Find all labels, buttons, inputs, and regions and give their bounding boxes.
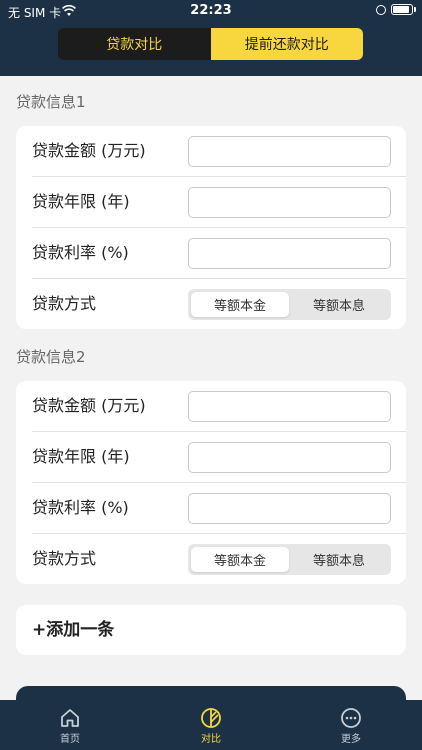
years-input[interactable]	[188, 442, 391, 473]
more-icon	[341, 708, 361, 728]
method-option-equal-installment[interactable]: 等额本息	[290, 292, 388, 317]
tab-loan-compare[interactable]: 贷款对比	[58, 28, 211, 60]
status-bar: 无 SIM 卡 22:23	[0, 0, 422, 22]
tab-more[interactable]: 更多	[306, 700, 396, 750]
tab-compare[interactable]: 对比	[166, 700, 256, 750]
years-label: 贷款年限 (年)	[32, 192, 130, 211]
rate-label: 贷款利率 (%)	[32, 243, 129, 262]
method-toggle: 等额本金 等额本息	[188, 289, 391, 320]
amount-label: 贷款金额 (万元)	[32, 141, 146, 160]
method-toggle: 等额本金 等额本息	[188, 544, 391, 575]
amount-input[interactable]	[188, 136, 391, 167]
home-icon	[61, 709, 79, 727]
row-rate: 贷款利率 (%)	[16, 483, 406, 533]
tab-home-label: 首页	[60, 734, 80, 745]
row-method: 贷款方式 等额本金 等额本息	[16, 279, 406, 329]
section-title-loan-1: 贷款信息1	[16, 93, 86, 111]
battery-tip	[414, 7, 416, 12]
row-method: 贷款方式 等额本金 等额本息	[16, 534, 406, 584]
method-option-equal-installment[interactable]: 等额本息	[290, 547, 388, 572]
compare-icon	[201, 708, 221, 728]
add-item-label: +添加一条	[32, 620, 115, 640]
tab-home[interactable]: 首页	[25, 700, 115, 750]
mode-segmented-control: 贷款对比 提前还款对比	[58, 28, 363, 60]
row-years: 贷款年限 (年)	[16, 177, 406, 227]
battery-level	[393, 6, 410, 13]
rate-label: 贷款利率 (%)	[32, 498, 129, 517]
row-rate: 贷款利率 (%)	[16, 228, 406, 278]
tab-compare-label: 对比	[201, 734, 221, 745]
loan-info-card-1: 贷款金额 (万元) 贷款年限 (年) 贷款利率 (%) 贷款方式 等额本金 等额…	[16, 126, 406, 329]
add-item-button[interactable]: +添加一条	[16, 605, 406, 655]
battery-icon	[391, 4, 413, 15]
rate-input[interactable]	[188, 238, 391, 269]
method-option-equal-principal[interactable]: 等额本金	[191, 292, 289, 317]
method-option-equal-principal[interactable]: 等额本金	[191, 547, 289, 572]
row-amount: 贷款金额 (万元)	[16, 381, 406, 431]
tab-prepayment-compare[interactable]: 提前还款对比	[210, 28, 363, 60]
years-label: 贷款年限 (年)	[32, 447, 130, 466]
amount-label: 贷款金额 (万元)	[32, 396, 146, 415]
tab-bar: 首页 对比 更多	[0, 700, 422, 750]
row-amount: 贷款金额 (万元)	[16, 126, 406, 176]
row-years: 贷款年限 (年)	[16, 432, 406, 482]
rate-input[interactable]	[188, 493, 391, 524]
rotation-lock-icon	[376, 5, 386, 15]
amount-input[interactable]	[188, 391, 391, 422]
section-title-loan-2: 贷款信息2	[16, 348, 86, 366]
loan-info-card-2: 贷款金额 (万元) 贷款年限 (年) 贷款利率 (%) 贷款方式 等额本金 等额…	[16, 381, 406, 584]
tab-more-label: 更多	[341, 734, 361, 745]
method-label: 贷款方式	[32, 549, 97, 568]
years-input[interactable]	[188, 187, 391, 218]
clock: 22:23	[190, 3, 232, 18]
method-label: 贷款方式	[32, 294, 97, 313]
